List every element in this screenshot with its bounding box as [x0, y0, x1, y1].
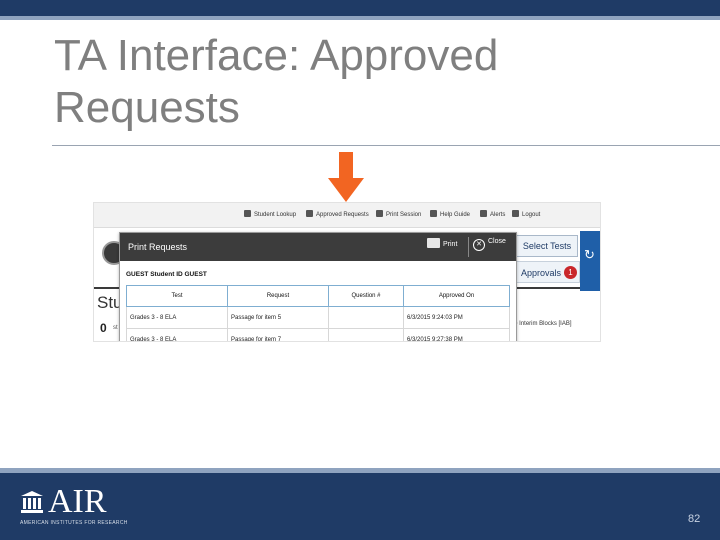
close-icon: ✕	[473, 239, 485, 251]
arrow-down-icon	[328, 152, 364, 202]
legend-text: = Interim Blocks [IAB]	[514, 321, 572, 327]
print-requests-modal: Print Requests Print ✕ Close GUEST Studen…	[119, 232, 517, 341]
top-banner	[0, 0, 720, 16]
alert-icon	[480, 210, 487, 217]
cell-question	[328, 328, 404, 341]
header-separator	[468, 237, 469, 257]
cell-question	[328, 306, 404, 329]
approvals-count-badge: 1	[564, 266, 577, 279]
cell-request: Passage for item 5	[227, 306, 329, 329]
column-header-request: Request	[227, 285, 329, 307]
table-row: Grades 3 - 8 ELA Passage for item 7 6/3/…	[126, 328, 510, 341]
user-search-icon	[244, 210, 251, 217]
table-row: Grades 3 - 8 ELA Passage for item 5 6/3/…	[126, 306, 510, 329]
logout-icon	[512, 210, 519, 217]
select-tests-button[interactable]: Select Tests	[516, 235, 578, 257]
book-icon	[430, 210, 437, 217]
column-header-approved-on: Approved On	[403, 285, 510, 307]
student-count: 0	[100, 321, 107, 335]
building-icon	[21, 491, 43, 513]
column-header-question: Question #	[328, 285, 404, 307]
student-identifier: GUEST Student ID GUEST	[126, 271, 207, 278]
printer-icon	[376, 210, 383, 217]
footer-accent	[0, 468, 720, 473]
printer-icon	[427, 238, 440, 248]
refresh-icon[interactable]: ↻	[584, 247, 595, 263]
cell-test: Grades 3 - 8 ELA	[126, 328, 228, 341]
column-header-test: Test	[126, 285, 228, 307]
table-header-row: Test Request Question # Approved On	[126, 285, 510, 307]
cell-approved-on: 6/3/2015 9:27:38 PM	[403, 328, 510, 341]
top-banner-accent	[0, 16, 720, 20]
print-button[interactable]: Print	[427, 238, 457, 256]
cell-approved-on: 6/3/2015 9:24:03 PM	[403, 306, 510, 329]
title-divider	[52, 145, 720, 146]
modal-header: Print Requests Print ✕ Close	[120, 233, 516, 261]
approved-requests-table: Test Request Question # Approved On Grad…	[126, 285, 510, 341]
document-icon	[306, 210, 313, 217]
nav-help-guide[interactable]: Help Guide	[430, 210, 470, 218]
nav-approved-requests[interactable]: Approved Requests	[306, 210, 369, 218]
modal-title: Print Requests	[128, 242, 188, 252]
top-navigation: Student Lookup Approved Requests Print S…	[94, 203, 600, 228]
cell-request: Passage for item 7	[227, 328, 329, 341]
slide-title: TA Interface: Approved Requests	[54, 31, 499, 132]
close-button[interactable]: ✕ Close	[473, 238, 506, 256]
page-number: 82	[688, 513, 701, 525]
nav-student-lookup[interactable]: Student Lookup	[244, 210, 296, 218]
approvals-button[interactable]: Approvals 1	[514, 261, 580, 283]
student-count-label: st	[113, 325, 118, 331]
logo-tagline: AMERICAN INSTITUTES FOR RESEARCH	[20, 520, 128, 526]
nav-print-session[interactable]: Print Session	[376, 210, 421, 218]
nav-alerts[interactable]: Alerts	[480, 210, 505, 218]
nav-logout[interactable]: Logout	[512, 210, 540, 218]
ta-interface-screenshot: Student Lookup Approved Requests Print S…	[93, 202, 601, 342]
air-logo: AIR AMERICAN INSTITUTES FOR RESEARCH	[20, 484, 130, 530]
cell-test: Grades 3 - 8 ELA	[126, 306, 228, 329]
logo-wordmark: AIR	[48, 483, 107, 520]
approvals-label: Approvals	[521, 268, 562, 278]
